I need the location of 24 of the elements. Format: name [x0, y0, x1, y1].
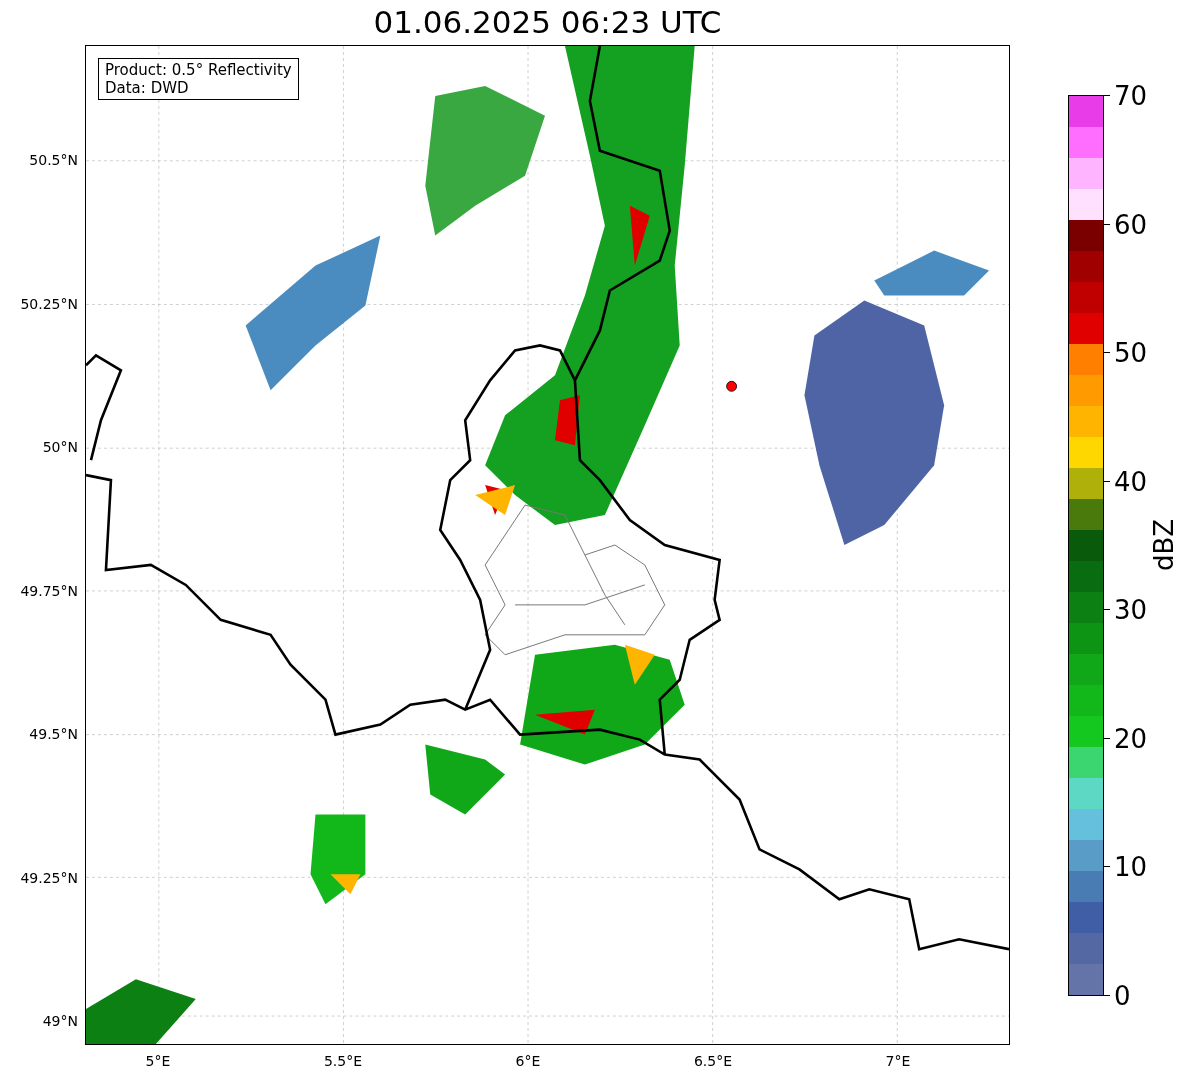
chart-title: 01.06.2025 06:23 UTC: [372, 3, 723, 42]
axis-tick-label: 49.5°N: [29, 724, 78, 744]
colorbar-tick-label: 0: [1114, 983, 1131, 1009]
colorbar-tick-label: 40: [1114, 468, 1148, 495]
axis-tick-label: 5°E: [145, 1052, 171, 1071]
colorbar-tick-label: 10: [1114, 854, 1148, 881]
axis-tick-label: 49.75°N: [20, 581, 78, 600]
axis-tick-label: 49°N: [42, 1011, 78, 1031]
colorbar-tick-label: 50: [1114, 340, 1148, 367]
colorbar-label: dBZ: [1147, 518, 1180, 572]
colorbar-tick-label: 60: [1114, 211, 1148, 238]
axis-tick-label: 5.5°E: [323, 1052, 363, 1071]
axis-tick-label: 6°E: [515, 1052, 541, 1071]
axis-tick-label: 7°E: [885, 1052, 911, 1071]
axis-tick-label: 49.25°N: [20, 868, 78, 887]
axis-tick-label: 6.5°E: [693, 1052, 733, 1071]
axis-tick-label: 50°N: [42, 437, 78, 457]
colorbar-tick-label: 30: [1114, 597, 1148, 624]
axis-tick-label: 50.25°N: [20, 294, 78, 313]
colorbar-tick-label: 20: [1114, 725, 1148, 752]
axis-tick-label: 50.5°N: [29, 150, 78, 170]
colorbar-tick-label: 70: [1114, 83, 1148, 109]
legend-text: Data: DWD: [105, 79, 190, 97]
legend-text: Product: 0.5° Reflectivity: [105, 61, 292, 79]
